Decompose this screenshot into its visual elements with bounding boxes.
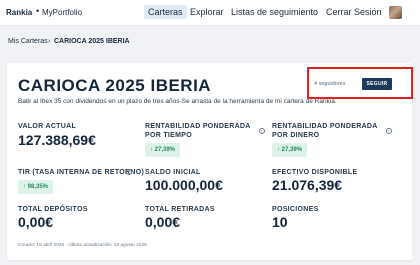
portfolio-dates: Creado: 15 abril 2025 · Última actualiza…	[18, 243, 147, 248]
tir-badge: ↑ 98,35%	[18, 180, 54, 194]
product-name[interactable]: MyPortfolio	[42, 8, 82, 17]
avatar[interactable]	[389, 6, 402, 19]
saldo-inicial-label: SALDO INICIAL	[145, 169, 201, 176]
breadcrumb-current: CARIOCA 2025 IBERIA	[54, 38, 130, 45]
rent-tiempo-value: 27,39%	[154, 147, 176, 153]
tir-value: 98,35%	[27, 184, 49, 190]
breadcrumb-parent[interactable]: Mis Carteras	[8, 38, 48, 45]
rent-dinero-value: 27,39%	[281, 147, 303, 153]
nav-carteras[interactable]: Carteras	[144, 5, 187, 19]
depositos-value: 0,00€	[18, 214, 54, 230]
posiciones-label: POSICIONES	[272, 206, 319, 213]
depositos-label: TOTAL DEPÓSITOS	[18, 206, 88, 213]
followers-count: 4 seguidores	[314, 81, 346, 87]
rent-dinero-badge: ↑ 27,39%	[272, 143, 308, 157]
nav-cerrar-sesion[interactable]: Cerrar Sesión	[326, 7, 382, 17]
posiciones-value: 10	[272, 214, 288, 230]
saldo-inicial-value: 100.000,00€	[145, 177, 223, 193]
nav-listas-seguimiento[interactable]: Listas de seguimiento	[231, 7, 318, 17]
efectivo-label: EFECTIVO DISPONIBLE	[272, 169, 358, 176]
rent-tiempo-label: RENTABILIDAD PONDERADA POR TIEMPO	[145, 123, 251, 139]
efectivo-value: 21.076,39€	[272, 177, 343, 193]
page-title: CARIOCA 2025 IBERIA	[18, 76, 212, 95]
info-icon[interactable]: i	[126, 169, 132, 175]
top-navbar: Rankia • MyPortfolio Carteras Explorar L…	[0, 0, 420, 26]
rent-tiempo-badge: ↑ 27,39%	[145, 143, 181, 157]
brand-separator: •	[36, 6, 40, 16]
nav-explorar[interactable]: Explorar	[190, 7, 224, 17]
info-icon[interactable]: i	[259, 128, 265, 134]
valor-actual-label: VALOR ACTUAL	[18, 123, 77, 130]
arrow-up-icon: ↑	[23, 184, 26, 190]
retiradas-label: TOTAL RETIRADAS	[145, 206, 215, 213]
arrow-up-icon: ↑	[277, 147, 280, 153]
portfolio-description: Batir al Ibex 35 con dividendos en un pl…	[18, 98, 337, 105]
arrow-up-icon: ↑	[150, 147, 153, 153]
brand-logo[interactable]: Rankia	[6, 8, 32, 17]
retiradas-value: 0,00€	[145, 214, 181, 230]
info-icon[interactable]: i	[386, 128, 392, 134]
follow-button[interactable]: SEGUIR	[362, 78, 392, 90]
valor-actual-value: 127.388,69€	[18, 132, 96, 148]
breadcrumb-separator: ›	[48, 38, 51, 45]
rent-dinero-label: RENTABILIDAD PONDERADA POR DINERO	[272, 123, 378, 139]
